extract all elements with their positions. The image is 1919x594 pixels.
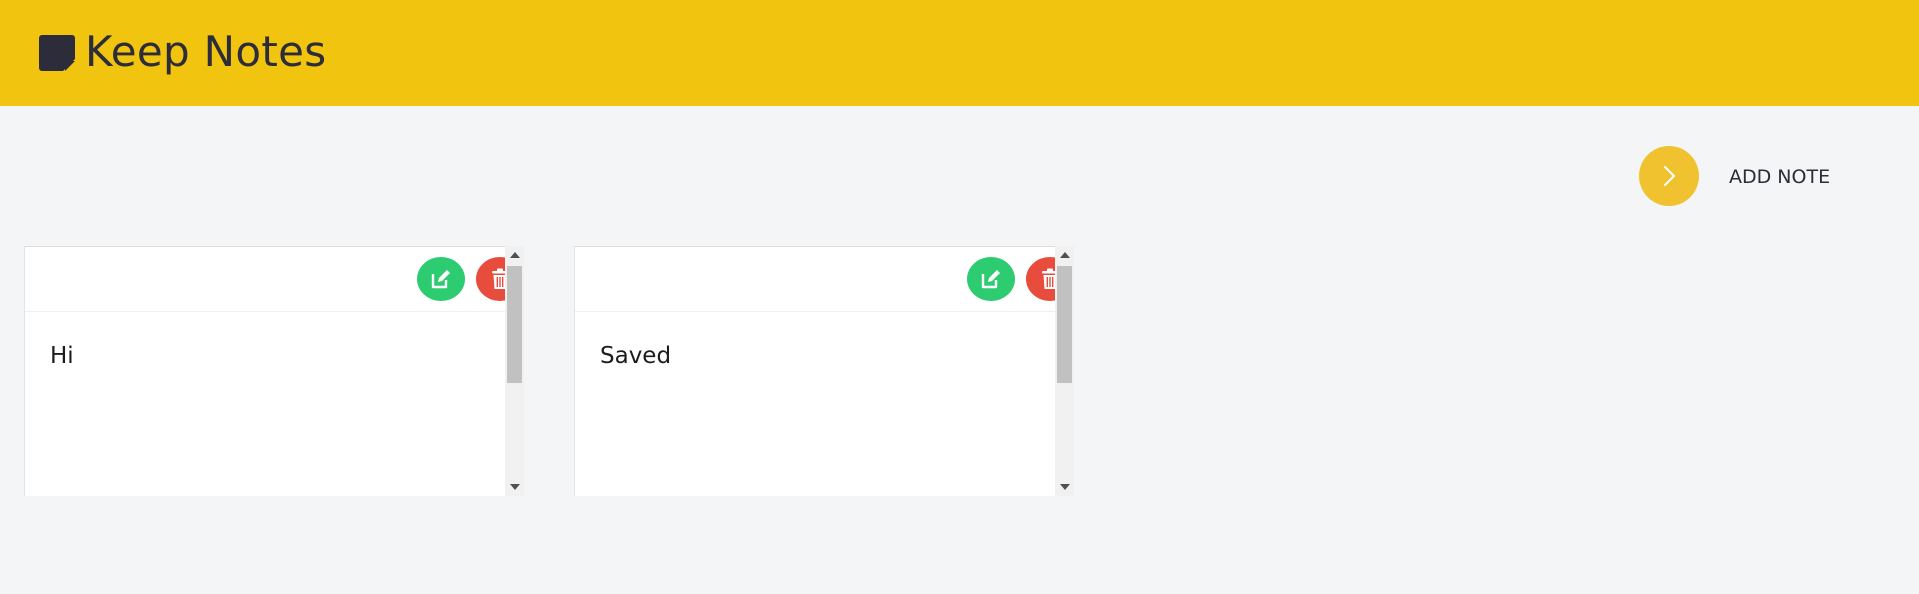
edit-icon <box>431 270 450 289</box>
scroll-up-arrow-icon[interactable] <box>505 246 524 264</box>
scroll-down-arrow-icon[interactable] <box>1055 478 1074 496</box>
note-scrollbar[interactable] <box>1055 246 1074 496</box>
scroll-thumb[interactable] <box>1057 266 1072 383</box>
app-title: Keep Notes <box>85 27 327 76</box>
note-scrollbar[interactable] <box>505 246 524 496</box>
edit-note-button[interactable] <box>967 257 1015 301</box>
scroll-down-arrow-icon[interactable] <box>505 478 524 496</box>
add-note-label[interactable]: ADD NOTE <box>1729 165 1830 189</box>
note-body: Hi <box>24 246 524 496</box>
chevron-right-icon <box>1664 166 1675 186</box>
note-text[interactable]: Hi <box>50 341 74 371</box>
note-card: Saved <box>574 246 1074 496</box>
edit-note-button[interactable] <box>417 257 465 301</box>
sticky-note-icon <box>39 35 75 71</box>
note-card: Hi <box>24 246 524 496</box>
app-header: Keep Notes <box>0 0 1919 106</box>
scroll-thumb[interactable] <box>507 266 522 383</box>
note-text[interactable]: Saved <box>600 341 671 371</box>
scroll-up-arrow-icon[interactable] <box>1055 246 1074 264</box>
add-note-button[interactable] <box>1639 146 1699 206</box>
note-body: Saved <box>574 246 1074 496</box>
edit-icon <box>981 270 1000 289</box>
